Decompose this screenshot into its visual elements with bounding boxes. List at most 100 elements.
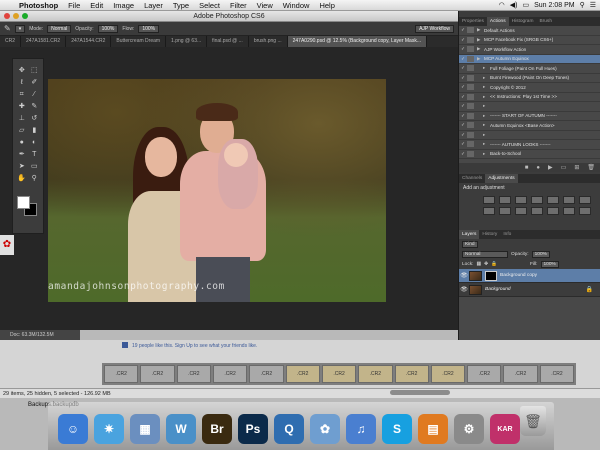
dialog-toggle-icon[interactable] — [467, 46, 474, 53]
quicktime-icon[interactable]: Q — [274, 414, 304, 444]
action-row[interactable]: ✓ ▶ AJP Workflow Action — [459, 45, 600, 55]
dialog-toggle-icon[interactable] — [467, 122, 474, 129]
action-row[interactable]: ✓ ▸ << Instructions: Play 1st Time >> — [459, 93, 600, 102]
check-icon[interactable]: ✓ — [459, 132, 467, 138]
fill-field[interactable]: 100% — [540, 260, 559, 268]
dialog-toggle-icon[interactable] — [467, 150, 474, 157]
check-icon[interactable]: ✓ — [459, 27, 467, 33]
action-row[interactable]: ✓ ▸ ------- AUTUMN LOOKS ------- — [459, 140, 600, 150]
blend-mode-select[interactable]: Normal — [462, 250, 508, 258]
healing-brush-tool-icon[interactable]: ✚ — [16, 101, 28, 112]
tab-actions[interactable]: Actions — [486, 17, 509, 26]
menu-layer[interactable]: Layer — [139, 1, 168, 10]
film-thumbnail[interactable]: .CR2 — [430, 365, 466, 383]
blur-tool-icon[interactable]: ● — [16, 137, 28, 148]
hue-saturation-icon[interactable] — [563, 196, 575, 204]
history-brush-tool-icon[interactable]: ↺ — [29, 113, 41, 124]
spotlight-icon[interactable]: ⚲ — [580, 1, 585, 9]
menu-image[interactable]: Image — [108, 1, 139, 10]
preferences-icon[interactable]: ⚙ — [454, 414, 484, 444]
lock-pixels-icon[interactable]: ▦ — [476, 262, 481, 267]
clock[interactable]: Sun 2:08 PM — [534, 2, 574, 9]
doc-tab[interactable]: 1.png @ 63... — [166, 36, 208, 47]
lock-position-icon[interactable]: ✥ — [484, 262, 488, 267]
film-thumbnail[interactable]: .CR2 — [503, 365, 538, 383]
dialog-toggle-icon[interactable] — [467, 27, 474, 34]
dialog-toggle-icon[interactable] — [467, 112, 474, 119]
battery-icon[interactable]: ▭ — [522, 1, 529, 9]
disclosure-icon[interactable]: ▸ — [483, 65, 490, 71]
check-icon[interactable]: ✓ — [459, 141, 467, 147]
disclosure-icon[interactable]: ▶ — [477, 37, 484, 43]
workspace-select[interactable]: AJP Workflow — [415, 24, 454, 33]
flower-icon[interactable]: ✿ — [0, 235, 14, 255]
action-row[interactable]: ✓ ▸ — [459, 131, 600, 140]
doc-tab[interactable]: CR2 — [0, 36, 22, 47]
disclosure-icon[interactable]: ▸ — [483, 151, 490, 157]
type-tool-icon[interactable]: T — [29, 149, 41, 160]
eye-icon[interactable]: 👁 — [459, 286, 469, 293]
quick-select-tool-icon[interactable]: ✐ — [29, 77, 41, 88]
new-set-icon[interactable]: ▭ — [561, 164, 567, 171]
menu-help[interactable]: Help — [314, 1, 339, 10]
layer-opacity-field[interactable]: 100% — [531, 250, 550, 258]
zoom-tool-icon[interactable]: ⚲ — [29, 173, 41, 184]
check-icon[interactable]: ✓ — [459, 56, 467, 62]
tab-histogram[interactable]: Histogram — [509, 17, 537, 26]
action-row[interactable]: ✓ ▸ Full Foliage (Paint On Full Hues) — [459, 64, 600, 74]
play-icon[interactable]: ▶ — [548, 164, 553, 171]
iphoto-icon[interactable]: ✿ — [310, 414, 340, 444]
film-thumbnail[interactable]: .CR2 — [358, 365, 393, 383]
action-row[interactable]: ✓ ▸ Autumn Equinox <Base Action> — [459, 121, 600, 131]
color-balance-icon[interactable] — [579, 196, 591, 204]
wifi-icon[interactable]: ◠ — [499, 1, 505, 9]
brush-preset-picker[interactable]: ▾ — [14, 24, 26, 33]
disclosure-icon[interactable]: ▸ — [483, 132, 490, 138]
finder-icon[interactable]: ☺ — [58, 414, 88, 444]
notification-icon[interactable]: ☰ — [590, 1, 596, 9]
dialog-toggle-icon[interactable] — [467, 65, 474, 72]
eraser-tool-icon[interactable]: ▱ — [16, 125, 28, 136]
skype-icon[interactable]: S — [382, 414, 412, 444]
color-swatches[interactable] — [17, 196, 39, 216]
stop-icon[interactable]: ■ — [525, 165, 529, 171]
check-icon[interactable]: ✓ — [459, 151, 467, 157]
dialog-toggle-icon[interactable] — [467, 36, 474, 43]
doc-tab[interactable]: Buttercream Dream — [111, 36, 167, 47]
film-thumbnail[interactable]: .CR2 — [394, 365, 429, 383]
disclosure-icon[interactable]: ▸ — [483, 141, 490, 147]
action-row[interactable]: ✓ ▸ Back-to-School — [459, 150, 600, 159]
check-icon[interactable]: ✓ — [459, 75, 467, 81]
eye-icon[interactable]: 👁 — [459, 272, 469, 279]
karma-icon[interactable]: KAR — [490, 414, 520, 444]
lasso-tool-icon[interactable]: ℓ — [16, 77, 28, 88]
action-row[interactable]: ✓ ▸ ------- START OF AUTUMN ------- — [459, 112, 600, 121]
disclosure-icon[interactable]: ▸ — [483, 122, 490, 128]
vibrance-icon[interactable] — [547, 196, 559, 204]
bridge-icon[interactable]: Br — [202, 414, 232, 444]
invert-icon[interactable] — [547, 207, 559, 215]
disclosure-icon[interactable]: ▶ — [477, 46, 484, 52]
check-icon[interactable]: ✓ — [459, 65, 467, 71]
safari-icon[interactable]: ✷ — [94, 414, 124, 444]
menu-type[interactable]: Type — [168, 1, 194, 10]
document-canvas[interactable]: amandajohnsonphotography.com — [48, 79, 386, 302]
check-icon[interactable]: ✓ — [459, 84, 467, 90]
disclosure-icon[interactable]: ▸ — [483, 84, 490, 90]
film-thumbnail[interactable]: .CR2 — [176, 365, 211, 383]
film-thumbnail[interactable]: .CR2 — [467, 365, 502, 383]
doc-tab[interactable]: final.psd @ ... — [207, 36, 249, 47]
pen-tool-icon[interactable]: ✒ — [16, 149, 28, 160]
photo-filter-icon[interactable] — [499, 207, 511, 215]
threshold-icon[interactable] — [579, 207, 591, 215]
layer-mask-thumbnail[interactable] — [485, 270, 497, 281]
menu-view[interactable]: View — [252, 1, 278, 10]
check-icon[interactable]: ✓ — [459, 103, 467, 109]
film-thumbnail[interactable]: .CR2 — [249, 365, 284, 383]
disclosure-icon[interactable]: ▸ — [483, 113, 490, 119]
check-icon[interactable]: ✓ — [459, 122, 467, 128]
shape-tool-icon[interactable]: ▭ — [29, 161, 41, 172]
tab-brush[interactable]: Brush — [536, 17, 555, 26]
tab-channels[interactable]: Channels — [459, 174, 485, 183]
check-icon[interactable]: ✓ — [459, 46, 467, 52]
